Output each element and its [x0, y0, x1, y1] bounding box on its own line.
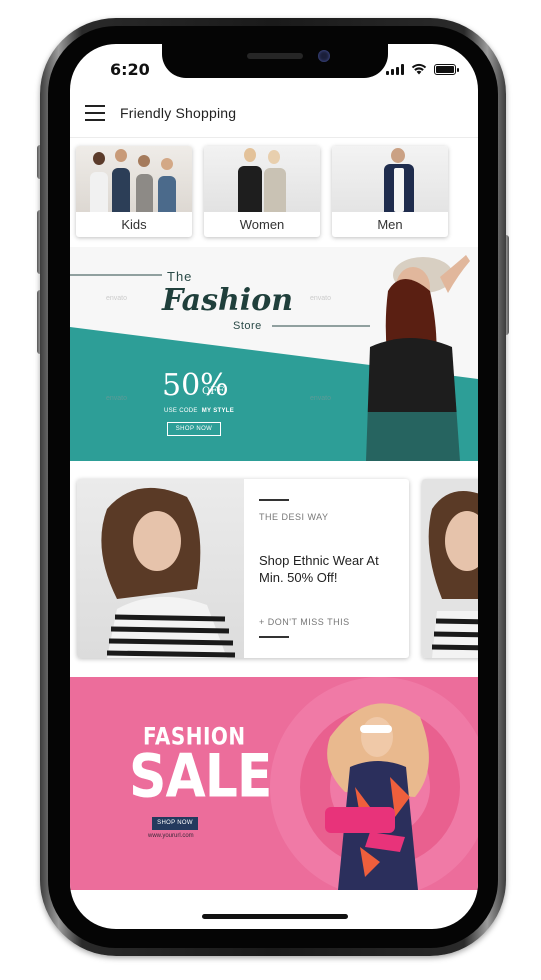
men-photo — [332, 146, 448, 212]
category-card-women[interactable]: Women — [204, 146, 320, 237]
promo-code-prefix: USE CODE — [164, 408, 198, 414]
watermark: envato — [106, 295, 128, 302]
category-card-men[interactable]: Men — [332, 146, 448, 237]
banner-promo-code: USE CODE MY STYLE — [164, 408, 234, 414]
watermark: envato — [310, 295, 332, 302]
divider — [259, 636, 289, 638]
app-screen: 6:20 Friendly Shopping Kids Women Men Th… — [70, 44, 478, 929]
app-title: Friendly Shopping — [120, 105, 237, 121]
promo-tag: THE DESI WAY — [259, 512, 329, 522]
watermark: envato — [106, 395, 128, 402]
category-row: Kids Women Men — [76, 146, 472, 237]
banner-text-the: The — [167, 269, 193, 284]
divider — [259, 499, 289, 501]
category-label: Women — [239, 217, 285, 232]
home-indicator[interactable] — [202, 914, 348, 919]
fashion-sale-banner[interactable]: FASHION SALE SHOP NOW www.yoururl.com — [70, 677, 478, 890]
sale-banner-url: www.yoururl.com — [148, 833, 194, 839]
fashion-store-banner[interactable]: The Fashion Store 50% OFF USE CODE MY STY… — [70, 247, 478, 461]
status-icons — [386, 63, 459, 75]
women-photo — [204, 146, 320, 212]
promo-card[interactable]: THE DESI WAY Shop Ethnic Wear At Min. 50… — [77, 479, 409, 658]
kids-photo — [76, 146, 192, 212]
promo-cta-link[interactable]: + DON'T MISS THIS — [259, 617, 350, 627]
promo-model-photo — [77, 479, 244, 658]
earpiece-speaker — [247, 53, 303, 59]
banner-text-store: Store — [233, 320, 262, 332]
hamburger-menu-icon[interactable] — [85, 105, 105, 121]
model-illustration — [422, 479, 478, 658]
promo-code-value: MY STYLE — [201, 408, 235, 414]
status-time: 6:20 — [110, 60, 150, 79]
promo-title: Shop Ethnic Wear At Min. 50% Off! — [259, 553, 379, 585]
sale-banner-sale: SALE — [129, 742, 272, 812]
front-camera — [318, 50, 330, 62]
banner-background — [70, 255, 478, 461]
promo-card-next[interactable] — [422, 479, 478, 658]
category-label: Kids — [121, 217, 147, 232]
category-label: Men — [377, 217, 403, 232]
notch — [162, 44, 388, 78]
model-illustration — [101, 487, 236, 658]
shop-now-button[interactable]: SHOP NOW — [152, 817, 198, 830]
wifi-icon — [411, 63, 427, 75]
signal-icon — [386, 63, 404, 75]
watermark: envato — [310, 395, 332, 402]
shop-now-button[interactable]: SHOP NOW — [167, 422, 221, 436]
category-card-kids[interactable]: Kids — [76, 146, 192, 237]
app-bar: Friendly Shopping — [70, 94, 478, 138]
battery-icon — [434, 63, 459, 75]
banner-discount-off: OFF — [202, 386, 225, 397]
banner-text-fashion: Fashion — [162, 283, 294, 318]
